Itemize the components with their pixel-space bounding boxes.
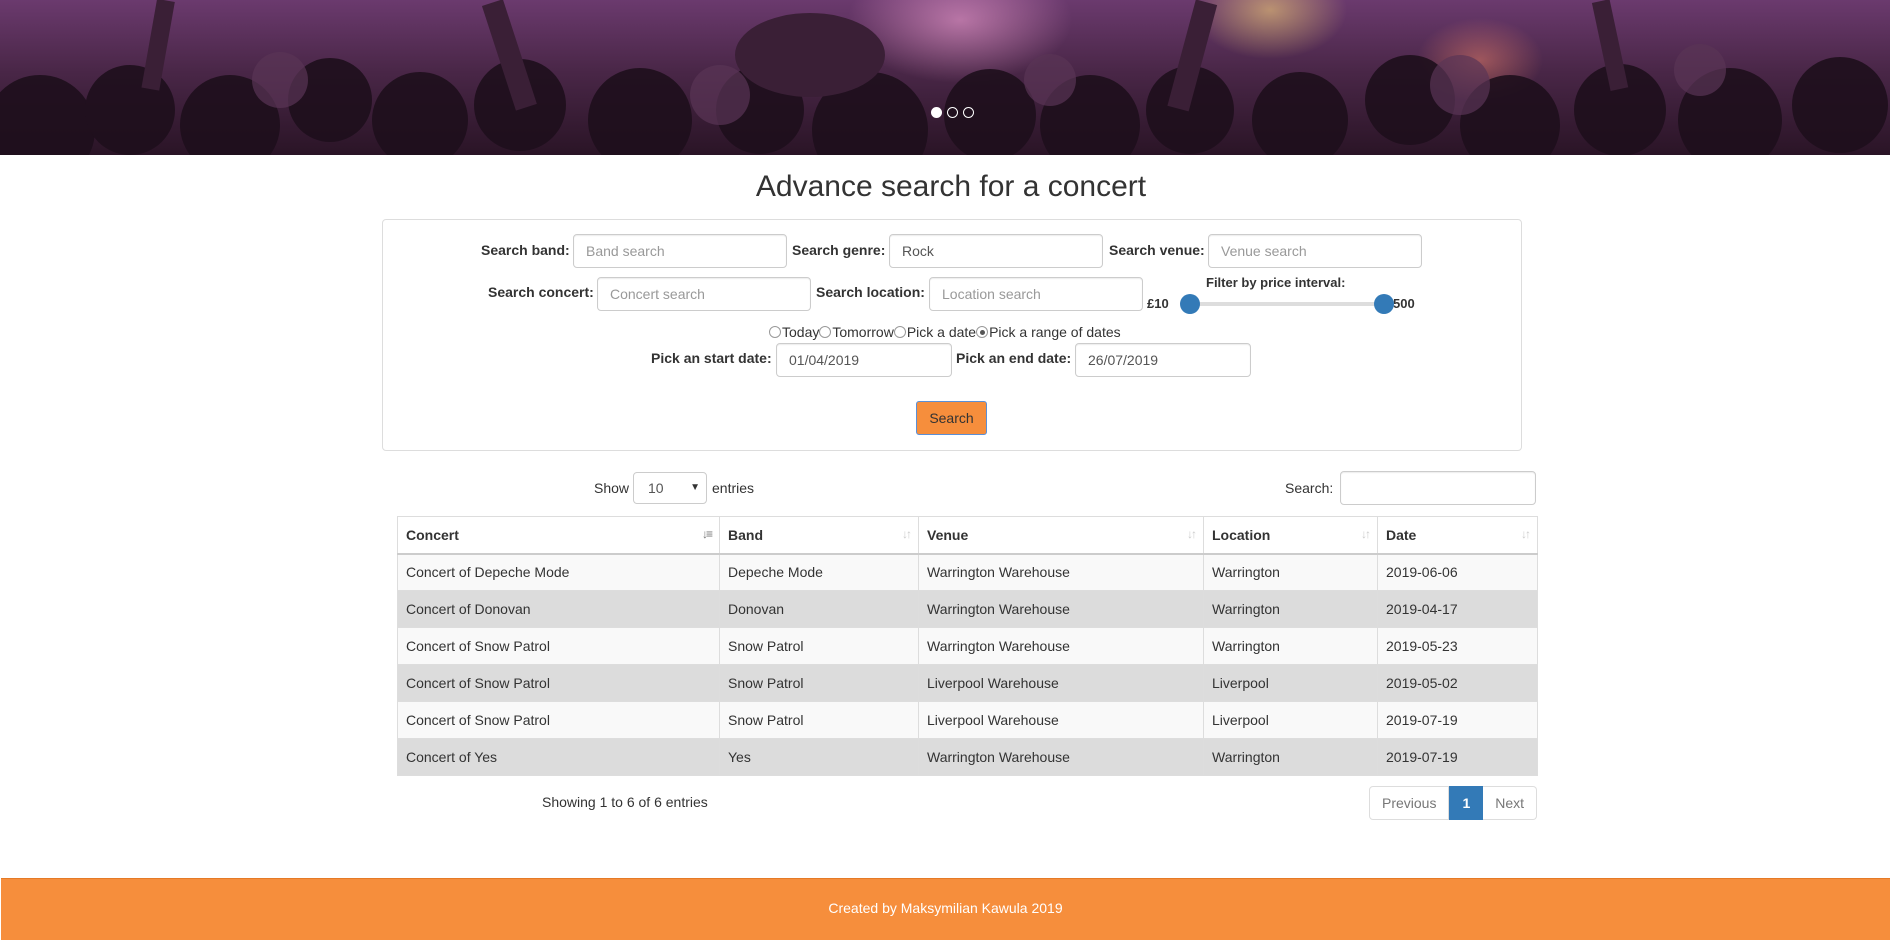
- start-date-input[interactable]: [776, 343, 952, 377]
- price-slider-max-handle[interactable]: [1374, 294, 1394, 314]
- price-max-label: 500: [1393, 296, 1415, 311]
- crowd-image: [0, 0, 1888, 155]
- date-option-tomorrow[interactable]: Tomorrow: [819, 324, 894, 340]
- footer: Created by Maksymilian Kawula 2019: [1, 878, 1890, 940]
- cell-band: Snow Patrol: [719, 627, 919, 665]
- price-slider-track[interactable]: [1190, 302, 1386, 306]
- table-row: Concert of Donovan Donovan Warrington Wa…: [397, 590, 1538, 628]
- table-row: Concert of Depeche Mode Depeche Mode War…: [397, 553, 1538, 591]
- page-1-button[interactable]: 1: [1449, 786, 1484, 820]
- cell-location: Warrington: [1203, 553, 1378, 591]
- cell-band: Snow Patrol: [719, 701, 919, 739]
- band-search-input[interactable]: [573, 234, 787, 268]
- cell-date: 2019-07-19: [1377, 738, 1538, 776]
- cell-band: Snow Patrol: [719, 664, 919, 702]
- cell-location: Liverpool: [1203, 664, 1378, 702]
- cell-location: Liverpool: [1203, 701, 1378, 739]
- cell-location: Warrington: [1203, 738, 1378, 776]
- radio-button-checked[interactable]: [976, 326, 989, 338]
- table-row: Concert of Snow Patrol Snow Patrol Liver…: [397, 701, 1538, 739]
- cell-venue: Liverpool Warehouse: [918, 664, 1204, 702]
- radio-button[interactable]: [893, 326, 906, 338]
- column-header-location[interactable]: Location ↓↑: [1203, 516, 1378, 555]
- sort-icon: ↓↑: [1187, 527, 1197, 541]
- cell-date: 2019-05-23: [1377, 627, 1538, 665]
- venue-label: Search venue:: [1109, 242, 1205, 258]
- cell-concert: Concert of Depeche Mode: [397, 553, 720, 591]
- cell-venue: Liverpool Warehouse: [918, 701, 1204, 739]
- concert-search-input[interactable]: [597, 277, 811, 311]
- sort-icon: ↓↑: [1521, 527, 1531, 541]
- concert-label: Search concert:: [488, 284, 594, 300]
- band-label: Search band:: [481, 242, 570, 258]
- cell-location: Warrington: [1203, 627, 1378, 665]
- cell-concert: Concert of Yes: [397, 738, 720, 776]
- table-filter-input[interactable]: [1340, 471, 1536, 505]
- carousel-dot-1[interactable]: [931, 107, 942, 118]
- table-row: Concert of Snow Patrol Snow Patrol Warri…: [397, 627, 1538, 665]
- date-option-today[interactable]: Today: [769, 324, 819, 340]
- cell-band: Yes: [719, 738, 919, 776]
- cell-band: Depeche Mode: [719, 553, 919, 591]
- concerts-table: Concert ↓≡ Band ↓↑ Venue ↓↑ Location ↓↑ Date…: [397, 516, 1538, 776]
- previous-page-button[interactable]: Previous: [1369, 786, 1450, 820]
- column-header-venue[interactable]: Venue ↓↑: [918, 516, 1204, 555]
- venue-search-input[interactable]: [1208, 234, 1422, 268]
- date-options: Today Tomorrow Pick a date Pick a range …: [769, 324, 1121, 340]
- cell-band: Donovan: [719, 590, 919, 628]
- cell-date: 2019-07-19: [1377, 701, 1538, 739]
- table-header-row: Concert ↓≡ Band ↓↑ Venue ↓↑ Location ↓↑ Date…: [397, 516, 1538, 555]
- location-search-input[interactable]: [929, 277, 1143, 311]
- pagination: Previous 1 Next: [1369, 786, 1538, 820]
- table-filter-label: Search:: [1285, 480, 1334, 496]
- cell-location: Warrington: [1203, 590, 1378, 628]
- sort-icon: ↓↑: [1361, 527, 1371, 541]
- footer-text: Created by Maksymilian Kawula 2019: [828, 900, 1063, 916]
- price-filter-label: Filter by price interval:: [1206, 275, 1346, 290]
- location-label: Search location:: [816, 284, 925, 300]
- cell-venue: Warrington Warehouse: [918, 738, 1204, 776]
- cell-concert: Concert of Snow Patrol: [397, 627, 720, 665]
- cell-venue: Warrington Warehouse: [918, 590, 1204, 628]
- sort-asc-icon: ↓≡: [701, 527, 713, 541]
- hero-carousel: [0, 0, 1890, 155]
- next-page-button[interactable]: Next: [1483, 786, 1538, 820]
- table-row: Concert of Snow Patrol Snow Patrol Liver…: [397, 664, 1538, 702]
- end-date-input[interactable]: [1075, 343, 1251, 377]
- cell-concert: Concert of Donovan: [397, 590, 720, 628]
- cell-concert: Concert of Snow Patrol: [397, 664, 720, 702]
- genre-search-input[interactable]: [889, 234, 1103, 268]
- entries-label: entries: [712, 480, 755, 496]
- show-label: Show: [594, 480, 630, 496]
- column-header-concert[interactable]: Concert ↓≡: [397, 516, 720, 555]
- carousel-dot-2[interactable]: [947, 107, 958, 118]
- column-header-date[interactable]: Date ↓↑: [1377, 516, 1538, 555]
- cell-venue: Warrington Warehouse: [918, 627, 1204, 665]
- carousel-indicators: [931, 107, 974, 118]
- carousel-dot-3[interactable]: [963, 107, 974, 118]
- cell-concert: Concert of Snow Patrol: [397, 701, 720, 739]
- column-header-band[interactable]: Band ↓↑: [719, 516, 919, 555]
- page-title: Advance search for a concert: [755, 170, 1147, 203]
- radio-button[interactable]: [769, 326, 781, 338]
- date-option-pick-date[interactable]: Pick a date: [893, 324, 976, 340]
- table-info: Showing 1 to 6 of 6 entries: [542, 794, 708, 810]
- genre-label: Search genre:: [792, 242, 886, 258]
- table-row: Concert of Yes Yes Warrington Warehouse …: [397, 738, 1538, 776]
- end-date-label: Pick an end date:: [956, 350, 1072, 366]
- cell-date: 2019-05-02: [1377, 664, 1538, 702]
- start-date-label: Pick an start date:: [651, 350, 772, 366]
- cell-date: 2019-06-06: [1377, 553, 1538, 591]
- date-option-pick-range[interactable]: Pick a range of dates: [976, 324, 1121, 340]
- radio-button[interactable]: [819, 326, 832, 338]
- cell-venue: Warrington Warehouse: [918, 553, 1204, 591]
- page-length-select[interactable]: 10 ▼: [633, 472, 707, 504]
- price-slider-min-handle[interactable]: [1180, 294, 1200, 314]
- cell-date: 2019-04-17: [1377, 590, 1538, 628]
- caret-down-icon: ▼: [690, 482, 700, 493]
- sort-icon: ↓↑: [902, 527, 912, 541]
- price-min-label: £10: [1147, 296, 1169, 311]
- search-button[interactable]: Search: [916, 401, 987, 435]
